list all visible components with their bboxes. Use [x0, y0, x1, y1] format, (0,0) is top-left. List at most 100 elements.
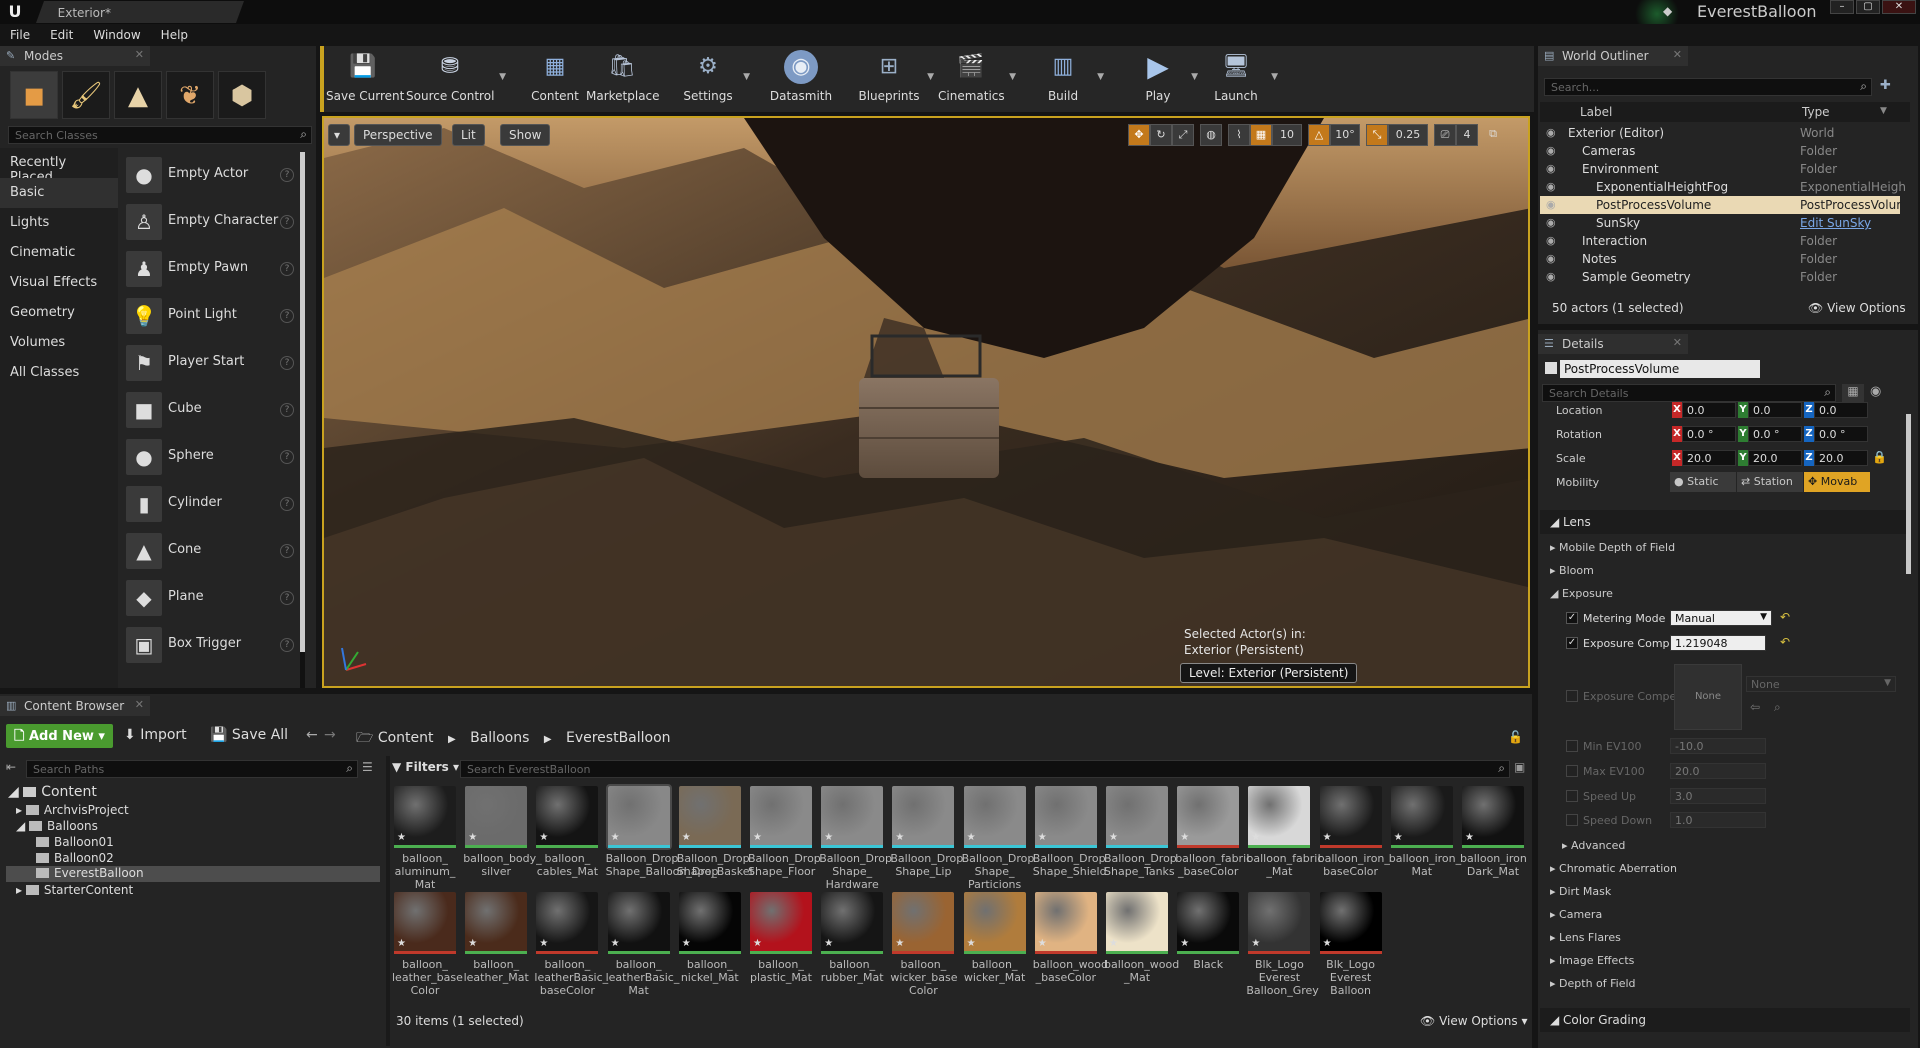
place-item-sphere[interactable]: ● Sphere?: [122, 434, 298, 480]
chevron-down-icon[interactable]: ▼: [499, 72, 506, 82]
show-button[interactable]: Show: [500, 124, 551, 146]
favorite-star-icon[interactable]: ★: [468, 937, 477, 950]
favorite-star-icon[interactable]: ★: [1323, 937, 1332, 950]
favorite-star-icon[interactable]: ★: [1394, 831, 1403, 844]
metering-mode-checkbox[interactable]: ✓: [1566, 612, 1578, 624]
place-list-scrollbar[interactable]: [300, 152, 305, 688]
category-all-classes[interactable]: All Classes: [0, 358, 118, 388]
outliner-row[interactable]: ◉ Notes Folder: [1540, 250, 1900, 268]
scale-y-field[interactable]: 20.0: [1748, 450, 1802, 466]
save-current-button[interactable]: 💾 Save Current: [326, 50, 404, 108]
chevron-down-icon[interactable]: ▼: [1880, 106, 1887, 116]
lock-icon[interactable]: 🔒: [1872, 450, 1887, 464]
place-item-cube[interactable]: ■ Cube?: [122, 387, 298, 433]
use-selected-arrow-icon[interactable]: ⇦: [1750, 700, 1760, 714]
asset-tile[interactable]: ★ balloon_iron_ Mat: [1389, 786, 1461, 878]
favorite-star-icon[interactable]: ★: [1038, 831, 1047, 844]
speed-up-field[interactable]: 3.0: [1670, 788, 1766, 804]
actor-name-input[interactable]: PostProcessVolume: [1560, 360, 1760, 378]
favorite-star-icon[interactable]: ★: [824, 831, 833, 844]
edit-sunsky-link[interactable]: Edit SunSky: [1800, 216, 1871, 230]
mobility-static-button[interactable]: ● Static: [1670, 472, 1736, 492]
asset-tile[interactable]: ★ balloon_fabric _Mat: [1246, 786, 1323, 878]
asset-tile[interactable]: ★ Balloon_Drop Shape_Basket: [677, 786, 754, 878]
lens-flares-section[interactable]: ▸ Lens Flares: [1540, 928, 1910, 948]
favorite-star-icon[interactable]: ★: [1109, 831, 1118, 844]
datasmith-button[interactable]: ◉ Datasmith: [766, 50, 836, 108]
favorite-star-icon[interactable]: ★: [468, 831, 477, 844]
menu-window[interactable]: Window: [83, 24, 150, 46]
modes-tab[interactable]: ✎ Modes ✕: [0, 46, 150, 66]
mobility-movable-button[interactable]: ✥ Movab: [1804, 472, 1870, 492]
help-icon[interactable]: ?: [280, 544, 294, 558]
asset-tile[interactable]: ★ balloon_ nickel_Mat: [677, 892, 743, 984]
asset-tile[interactable]: ★ Balloon_Drop Shape_ Particions: [962, 786, 1034, 891]
close-button[interactable]: ✕: [1882, 0, 1916, 14]
eye-icon[interactable]: ◉: [1546, 252, 1556, 265]
asset-tile[interactable]: ★ balloon_body_ silver: [463, 786, 542, 878]
asset-tile[interactable]: ★ balloon_wood _Mat: [1104, 892, 1179, 984]
menu-help[interactable]: Help: [151, 24, 198, 46]
paint-mode-button[interactable]: 🖌: [62, 71, 110, 119]
asset-tile[interactable]: ★ Black: [1175, 892, 1241, 971]
reset-arrow-icon[interactable]: ↶: [1780, 610, 1790, 624]
eye-icon[interactable]: ◉: [1546, 234, 1556, 247]
eye-icon[interactable]: ◉: [1546, 144, 1556, 157]
favorite-star-icon[interactable]: ★: [1109, 937, 1118, 950]
category-basic[interactable]: Basic: [0, 178, 118, 208]
outliner-search-input[interactable]: Search... ⌕: [1544, 78, 1872, 96]
details-scrollbar[interactable]: [1906, 414, 1911, 574]
eye-icon[interactable]: ◉: [1546, 180, 1556, 193]
asset-tile[interactable]: ★ balloon_ leather_Mat: [463, 892, 529, 984]
document-tab[interactable]: Exterior*: [35, 1, 245, 23]
favorite-star-icon[interactable]: ★: [1323, 831, 1332, 844]
rotation-z-field[interactable]: 0.0 °: [1814, 426, 1868, 442]
color-grading-category-header[interactable]: ◢ Color Grading: [1540, 1008, 1910, 1032]
label-column-header[interactable]: Label: [1580, 105, 1612, 119]
favorite-star-icon[interactable]: ★: [539, 937, 548, 950]
list-view-icon[interactable]: ☰: [362, 760, 378, 776]
tree-item-startercontent[interactable]: ▸ StarterContent: [16, 883, 133, 899]
camera-section[interactable]: ▸ Camera: [1540, 905, 1910, 925]
surface-snap-icon[interactable]: ⌇: [1228, 124, 1250, 146]
exposure-section[interactable]: ◢ Exposure: [1540, 584, 1910, 604]
outliner-row-selected[interactable]: ◉ PostProcessVolume PostProcessVolur: [1540, 196, 1901, 214]
eye-icon[interactable]: ◉: [1870, 384, 1881, 399]
advanced-section[interactable]: ▸ Advanced: [1552, 836, 1920, 856]
max-ev-checkbox[interactable]: [1566, 765, 1578, 777]
foliage-mode-button[interactable]: ❦: [166, 71, 214, 119]
exposure-curve-checkbox[interactable]: [1566, 690, 1578, 702]
details-tab[interactable]: ☰ Details ✕: [1538, 334, 1688, 354]
content-browser-tab[interactable]: ▥ Content Browser ✕: [0, 696, 150, 716]
place-mode-button[interactable]: ◼: [10, 71, 58, 119]
viewport-options-button[interactable]: ▾: [328, 124, 350, 146]
close-icon[interactable]: ✕: [135, 698, 144, 711]
favorite-star-icon[interactable]: ★: [967, 937, 976, 950]
details-search-input[interactable]: Search Details ⌕: [1542, 384, 1836, 402]
browse-search-icon[interactable]: ⌕: [1774, 700, 1781, 715]
rotate-icon[interactable]: ↻: [1150, 124, 1172, 146]
asset-tile[interactable]: ★ Balloon_Drop Shape_ Hardware: [819, 786, 892, 891]
chevron-down-icon[interactable]: ▼: [743, 72, 750, 82]
favorite-star-icon[interactable]: ★: [1251, 831, 1260, 844]
asset-tile[interactable]: ★ Balloon_Drop Shape_Lip: [890, 786, 963, 878]
category-cinematic[interactable]: Cinematic: [0, 238, 118, 268]
asset-tile[interactable]: ★ balloon_ leatherBasic_ baseColor: [534, 892, 608, 997]
chevron-down-icon[interactable]: ▼: [1009, 72, 1016, 82]
min-ev-checkbox[interactable]: [1566, 740, 1578, 752]
asset-tile[interactable]: ★ Blk_Logo Everest Balloon: [1318, 892, 1384, 997]
asset-tile[interactable]: ★ Balloon_Drop Shape_Tanks: [1104, 786, 1177, 878]
favorite-star-icon[interactable]: ★: [1180, 831, 1189, 844]
tree-item-balloons[interactable]: ◢ Balloons: [16, 819, 98, 835]
exposure-compensation-checkbox[interactable]: ✓: [1566, 637, 1578, 649]
favorite-star-icon[interactable]: ★: [539, 831, 548, 844]
asset-tile[interactable]: ★ balloon_ cables_Mat: [534, 786, 600, 878]
bloom-section[interactable]: ▸ Bloom: [1540, 561, 1910, 581]
asset-tile[interactable]: ★ balloon_iron Dark_Mat: [1460, 786, 1527, 878]
maximize-viewport-icon[interactable]: ⧉: [1484, 124, 1502, 146]
max-ev-field[interactable]: 20.0: [1670, 763, 1766, 779]
camera-speed-value[interactable]: 4: [1456, 124, 1478, 146]
outliner-row[interactable]: ◉ Interaction Folder: [1540, 232, 1900, 250]
blueprints-button[interactable]: ⊞ Blueprints ▼: [856, 50, 934, 108]
favorite-star-icon[interactable]: ★: [1038, 937, 1047, 950]
